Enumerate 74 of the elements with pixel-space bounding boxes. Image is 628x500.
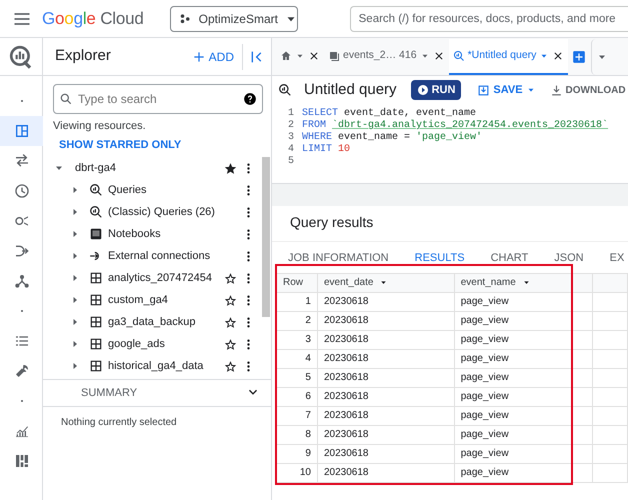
logo-text[interactable]: Google Cloud (42, 6, 144, 32)
query-title: Untitled query (304, 80, 397, 100)
tree-item[interactable]: google_ads (43, 333, 257, 355)
table-cell: 20230618 (317, 387, 454, 406)
line-number: 1 (286, 108, 295, 120)
table-cell: page_view (454, 406, 593, 425)
code-line: LIMIT 10 (302, 144, 350, 156)
editor-tab[interactable]: *Untitled query (448, 39, 568, 75)
table-cell: 20230618 (317, 292, 454, 311)
table-cell: page_view (454, 425, 593, 444)
tree-item[interactable]: analytics_207472454 (43, 267, 257, 289)
table-cell: 8 (276, 425, 318, 444)
code-line: SELECT event_date, event_name (302, 108, 476, 120)
results-tab[interactable]: JSON (554, 250, 584, 266)
table-cell: 3 (276, 330, 318, 349)
table-cell: 2 (276, 311, 318, 330)
table-cell: page_view (454, 368, 593, 387)
table-cell: 20230618 (317, 330, 454, 349)
line-number: 4 (286, 144, 295, 156)
tree-item[interactable]: custom_ga4 (43, 289, 257, 311)
table-cell: page_view (454, 387, 593, 406)
section-title: SUMMARY (81, 386, 138, 401)
table-cell: 1 (276, 292, 318, 311)
summary-text: Nothing currently selected (60, 416, 178, 430)
table-cell: page_view (454, 330, 593, 349)
tree-item[interactable]: historical_ga4_data (43, 355, 257, 377)
table-cell: 6 (276, 387, 318, 406)
tree-item[interactable]: Queries (43, 179, 257, 201)
table-cell: 20230618 (317, 368, 454, 387)
table-cell: page_view (454, 292, 593, 311)
code-line: WHERE event_name = 'page_view' (302, 132, 482, 144)
column-header[interactable]: Row (276, 273, 318, 292)
tree-item[interactable]: dbrt-ga4 (43, 157, 257, 179)
line-number: 2 (286, 120, 295, 132)
table-cell: 10 (276, 463, 318, 482)
table-cell: 20230618 (317, 406, 454, 425)
results-title: Query results (272, 206, 628, 242)
table-cell: 20230618 (317, 425, 454, 444)
table-cell: 20230618 (317, 463, 454, 482)
tree-item[interactable]: (Classic) Queries (26) (43, 201, 257, 223)
results-tab[interactable]: RESULTS (414, 250, 465, 266)
editor-tab[interactable]: events_2… 416 (324, 39, 449, 75)
status-text: Viewing resources. (53, 119, 147, 134)
column-header[interactable]: event_name (454, 273, 593, 292)
table-cell: 20230618 (317, 349, 454, 368)
column-header[interactable]: event_date (317, 273, 454, 292)
table-cell: 4 (276, 349, 318, 368)
line-number: 3 (286, 132, 295, 144)
results-tab[interactable]: EX (610, 250, 624, 266)
code-line: FROM `dbrt-ga4.analytics_207472454.events_20230618` (302, 120, 608, 132)
table-cell: 5 (276, 368, 318, 387)
results-tab[interactable]: JOB INFORMATION (288, 250, 389, 266)
table-cell: page_view (454, 463, 593, 482)
table-cell: 20230618 (317, 444, 454, 463)
run-button[interactable]: RUN (410, 80, 462, 100)
panel-title: Explorer (55, 46, 112, 66)
add-button[interactable]: ADD (192, 48, 234, 66)
tree-item[interactable]: External connections (43, 245, 257, 267)
save-button[interactable]: SAVE (477, 82, 536, 98)
line-number: 5 (286, 156, 295, 168)
search-field[interactable]: Type to search (53, 84, 263, 114)
results-tab[interactable]: CHART (490, 250, 528, 266)
table-cell: 7 (276, 406, 318, 425)
tree-item[interactable]: Notebooks (43, 223, 257, 245)
tree-item[interactable]: ga3_data_backup (43, 311, 257, 333)
show-starred-link[interactable]: SHOW STARRED ONLY (59, 136, 182, 153)
table-cell: page_view (454, 349, 593, 368)
search-field[interactable]: Search (/) for resources, docs, products, and more (350, 6, 628, 32)
download-button[interactable]: DOWNLOAD (550, 82, 626, 98)
table-cell: page_view (454, 311, 593, 330)
project-picker[interactable]: OptimizeSmart (170, 6, 298, 32)
table-cell: 9 (276, 444, 318, 463)
table-cell: page_view (454, 444, 593, 463)
table-cell: 20230618 (317, 311, 454, 330)
